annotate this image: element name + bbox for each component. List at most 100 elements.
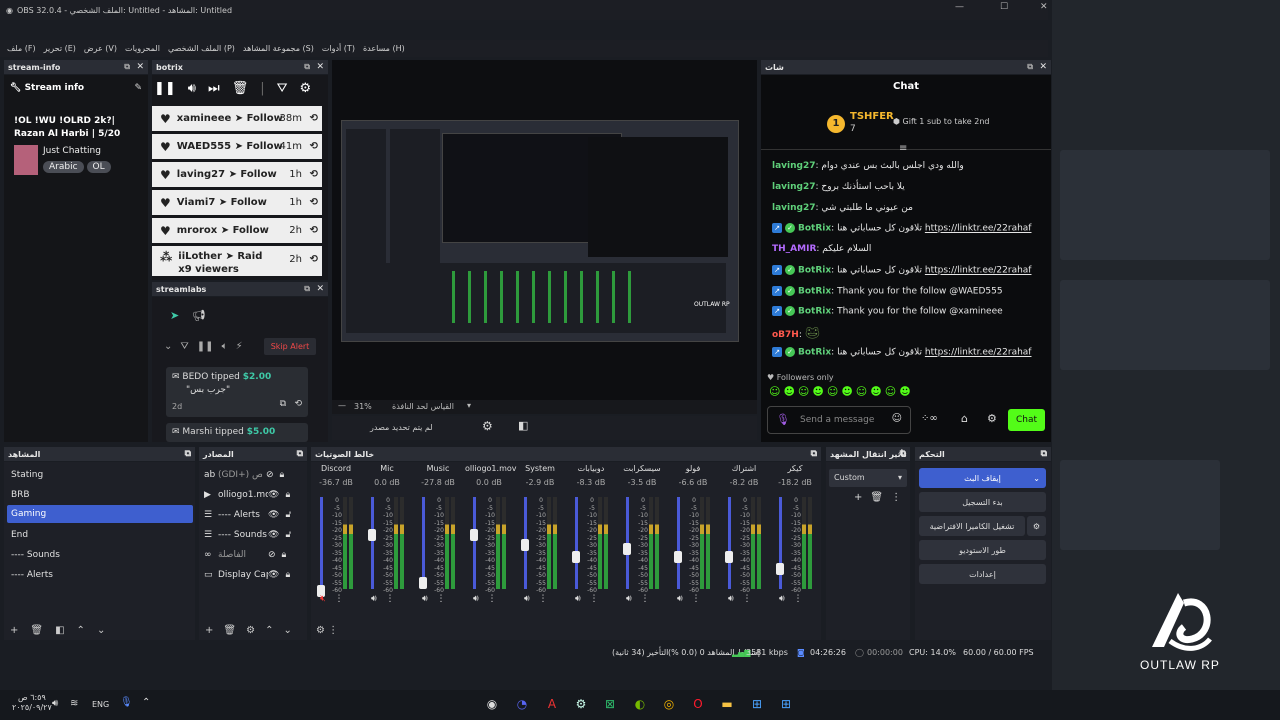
fader-knob[interactable]: [419, 577, 427, 589]
float-icon[interactable]: ⧉: [124, 62, 130, 72]
replay-icon[interactable]: ⟲: [310, 225, 318, 236]
source-item[interactable]: ☰ ---- Alerts 👁︎ 🔓︎: [204, 506, 304, 524]
menu-dots-icon[interactable]: ⋮: [335, 594, 344, 604]
volume-fader[interactable]: [422, 497, 425, 589]
menu-dots-icon[interactable]: ⋮: [891, 492, 901, 503]
trash-icon[interactable]: 🗑︎: [30, 625, 43, 636]
scene-item[interactable]: ---- Sounds: [7, 546, 193, 564]
float-icon[interactable]: ⧉: [297, 449, 303, 459]
volume-icon[interactable]: 🔊︎: [779, 594, 785, 604]
menu-profile[interactable]: الملف الشخصي (P): [168, 44, 235, 53]
volume-icon[interactable]: 🔊︎: [188, 81, 196, 96]
nvidia-icon[interactable]: ◐: [630, 694, 650, 714]
volume-fader[interactable]: [575, 497, 578, 589]
folder-icon[interactable]: ▬: [717, 694, 737, 714]
volume-fader[interactable]: [320, 497, 323, 589]
float-icon[interactable]: ⧉: [1027, 62, 1033, 72]
steam-icon[interactable]: ⚙: [571, 694, 591, 714]
trash-icon[interactable]: 🗑︎: [232, 81, 249, 96]
float-icon[interactable]: ⧉: [304, 62, 310, 72]
infinity-icon[interactable]: ⁘∞: [921, 413, 938, 424]
scene-item[interactable]: ---- Alerts: [7, 566, 193, 584]
trash-icon[interactable]: 🗑︎: [870, 492, 883, 503]
replay-icon[interactable]: ⟲: [310, 113, 318, 124]
volume-icon[interactable]: 🔊︎: [677, 594, 683, 604]
eye-hidden-icon[interactable]: ⊘: [266, 470, 274, 480]
lock-icon[interactable]: 🔓︎: [285, 530, 291, 540]
menu-dots-icon[interactable]: ⋮: [743, 594, 752, 604]
lock-icon[interactable]: 🔒︎: [280, 470, 285, 480]
menu-dots-icon[interactable]: ⋮: [590, 594, 599, 604]
fader-knob[interactable]: [623, 543, 631, 555]
mixer-settings-icon[interactable]: ⚙: [316, 625, 325, 636]
filters-icon[interactable]: ◧: [518, 419, 528, 432]
mic-icon[interactable]: 🎙︎: [776, 413, 790, 426]
mute-icon[interactable]: 🔈︎: [222, 341, 228, 352]
emote-row[interactable]: ☺☻☺☻☺☻☺☻☺☻: [769, 385, 914, 398]
replay-icon[interactable]: ⟲: [310, 141, 318, 152]
pause-icon[interactable]: ❚❚: [154, 81, 176, 96]
chat-send-button[interactable]: Chat: [1008, 409, 1045, 431]
source-item[interactable]: ▭Display Capt👁︎🔒︎: [204, 566, 304, 584]
scene-item[interactable]: BRB: [7, 486, 193, 504]
filter-icon[interactable]: ⛛: [277, 81, 288, 96]
menu-dots-icon[interactable]: ⋮: [488, 594, 497, 604]
replay-icon[interactable]: ⟲: [310, 169, 318, 180]
app-icon[interactable]: A: [542, 694, 562, 714]
menu-help[interactable]: مساعدة (H): [363, 44, 405, 53]
skip-icon[interactable]: ⏭︎: [208, 81, 220, 96]
float-icon[interactable]: ⧉: [1041, 449, 1047, 459]
eye-hidden-icon[interactable]: ⊘: [268, 550, 276, 560]
volume-icon[interactable]: 🔊︎: [728, 594, 734, 604]
maximize-icon[interactable]: ☐: [1000, 2, 1008, 12]
close-icon[interactable]: ✕: [136, 62, 144, 72]
source-item[interactable]: ▶olliogo1.mov👁︎🔒︎: [204, 486, 304, 504]
copy-icon[interactable]: ⧉: [280, 399, 286, 409]
megaphone-icon[interactable]: 📢︎: [192, 309, 206, 322]
preview-canvas[interactable]: OUTLAW RP: [332, 60, 757, 410]
zoom-fit-select[interactable]: القياس لحد النافذة: [392, 402, 454, 411]
menu-tools[interactable]: أدوات (T): [322, 44, 355, 53]
menu-view[interactable]: عرض (V): [84, 44, 117, 53]
opera-icon[interactable]: O: [688, 694, 708, 714]
store-icon[interactable]: ⌂: [961, 412, 968, 425]
filter-icon[interactable]: ⛛: [180, 341, 188, 352]
menu-file[interactable]: ملف (F): [7, 44, 36, 53]
fader-knob[interactable]: [368, 529, 376, 541]
skip-alert-button[interactable]: Skip Alert: [264, 338, 316, 355]
fader-knob[interactable]: [674, 551, 682, 563]
mute-alerts-icon[interactable]: ⚡︎: [236, 341, 243, 352]
float-icon[interactable]: ⧉: [185, 449, 191, 459]
add-icon[interactable]: +: [10, 625, 18, 636]
chevron-down-icon[interactable]: ⌄: [97, 625, 105, 636]
scene-item-selected[interactable]: Gaming: [7, 505, 193, 523]
chevron-up-icon[interactable]: ⌃: [265, 625, 273, 636]
float-icon[interactable]: ⧉: [900, 449, 906, 459]
store-icon[interactable]: ⊞: [747, 694, 767, 714]
chevron-down-icon[interactable]: ⌄: [164, 341, 172, 352]
lock-icon[interactable]: 🔓︎: [285, 510, 291, 520]
close-icon[interactable]: ✕: [1039, 62, 1047, 72]
volume-icon[interactable]: 🔊︎: [371, 594, 377, 604]
lock-icon[interactable]: 🔒︎: [285, 570, 290, 580]
send-icon[interactable]: ➤: [170, 309, 179, 322]
eye-icon[interactable]: 👁︎: [268, 570, 279, 580]
volume-icon[interactable]: 🔊︎: [626, 594, 632, 604]
chevron-down-icon[interactable]: ▾: [467, 401, 471, 410]
start-recording-button[interactable]: بدء التسجيل: [919, 492, 1046, 512]
menu-docks[interactable]: المحرويات: [125, 44, 160, 53]
eye-icon[interactable]: 👁︎: [268, 510, 279, 520]
float-icon[interactable]: ⧉: [304, 284, 310, 294]
replay-icon[interactable]: ⟲: [294, 399, 302, 409]
menu-dots-icon[interactable]: ⋮: [437, 594, 446, 604]
lock-icon[interactable]: 🔒︎: [285, 490, 290, 500]
scene-item[interactable]: Stating: [7, 466, 193, 484]
lock-icon[interactable]: 🔒︎: [282, 550, 287, 560]
menu-dots-icon[interactable]: ⋮: [692, 594, 701, 604]
wifi-icon[interactable]: ≋: [70, 698, 78, 709]
fader-knob[interactable]: [521, 539, 529, 551]
fader-knob[interactable]: [470, 529, 478, 541]
source-item[interactable]: ☰ ---- Sounds 👁︎ 🔓︎: [204, 526, 304, 544]
menu-dots-icon[interactable]: ⋮: [539, 594, 548, 604]
fader-knob[interactable]: [776, 563, 784, 575]
